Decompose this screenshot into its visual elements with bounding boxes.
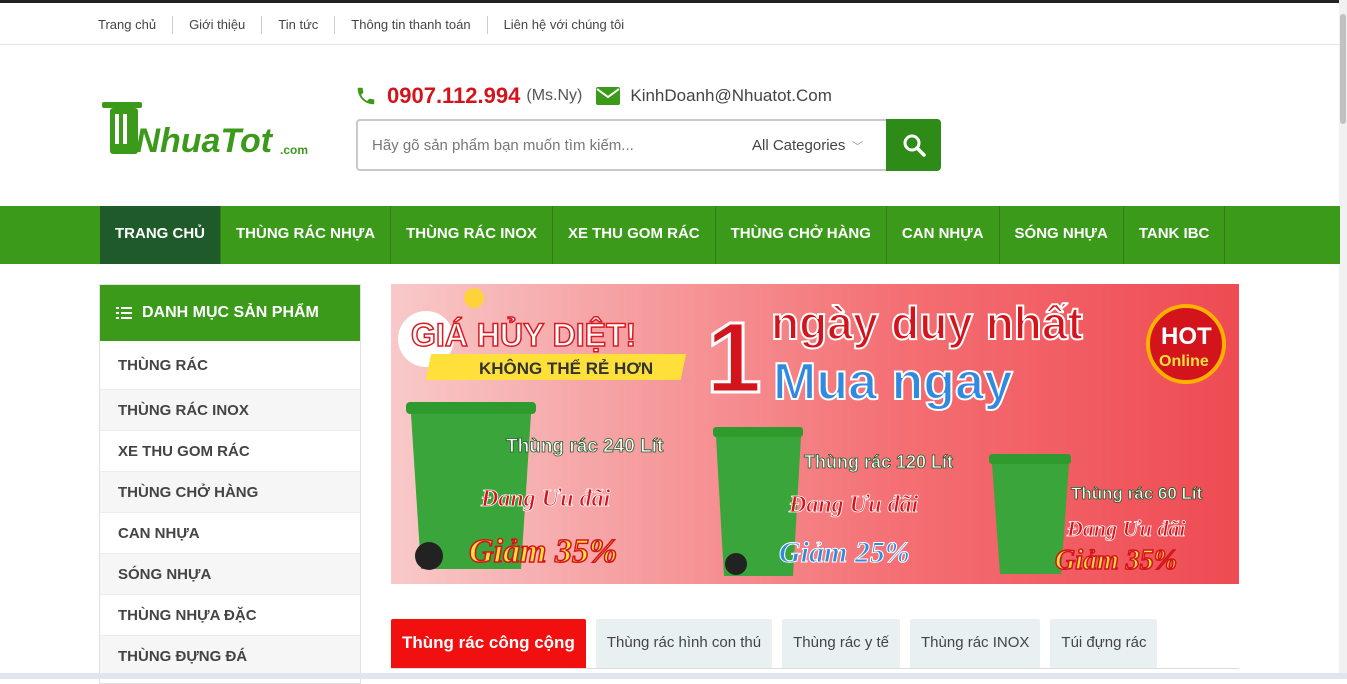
tab-divider [391,668,1239,669]
tab-trash-bags[interactable]: Túi đựng rác [1050,619,1158,669]
banner-number: 1 [706,302,762,414]
search-input[interactable]: Hãy gõ sản phẩm bạn muốn tìm kiếm... All… [356,119,887,171]
topnav-payment[interactable]: Thông tin thanh toán [335,16,488,34]
search-button[interactable] [886,119,941,171]
product-name-60: Thùng rác 60 Lít [1071,484,1203,503]
list-icon [116,307,132,319]
banner-line-2: Mua ngay [773,353,1013,411]
scrollbar-thumb[interactable] [1340,14,1346,124]
product-name-120: Thùng rác 120 Lít [804,452,953,472]
contact-info: 0907.112.994 (Ms.Ny) KinhDoanh@Nhuatot.C… [355,82,832,110]
promo-banner-graphic: GIÁ HỦY DIỆT! KHÔNG THỂ RẺ HƠN 1 ngày du… [398,288,1226,577]
trash-bin-logo-icon: .NhuaTot .com [102,102,308,160]
sidebar-item-trash-bins[interactable]: THÙNG RÁC [100,341,360,390]
product-name-240: Thùng rác 240 Lít [506,436,664,457]
banner-headline: GIÁ HỦY DIỆT! [411,317,636,353]
page-scrollbar[interactable] [1339,0,1347,679]
nav-home[interactable]: TRANG CHỦ [100,206,221,264]
sidebar-item-garbage-carts[interactable]: XE THU GOM RÁC [100,431,360,472]
sidebar-header: DANH MỤC SẢN PHẨM [100,285,360,341]
tab-medical-bins[interactable]: Thùng rác y tế [782,619,901,669]
product-discount-60: Giảm 35% [1055,545,1177,576]
nav-cargo-bins[interactable]: THÙNG CHỞ HÀNG [716,206,887,264]
topnav-news[interactable]: Tin tức [262,16,336,34]
sidebar-item-solid-bins[interactable]: THÙNG NHỰA ĐẶC [100,595,360,636]
banner-subheadline: KHÔNG THỂ RẺ HƠN [479,359,653,378]
product-promo-120: Đang Ưu đãi [788,492,919,518]
top-bar: Trang chủ Giới thiệu Tin tức Thông tin t… [0,0,1340,45]
spark-icon [464,288,484,308]
product-promo-240: Đang Ưu đãi [480,486,611,512]
phone-icon [357,87,375,105]
logo-suffix: .com [280,143,308,157]
site-logo[interactable]: .NhuaTot .com [100,100,335,160]
tab-public-bins[interactable]: Thùng rác công cộng [391,619,586,669]
phone-number[interactable]: 0907.112.994 [387,83,520,109]
product-promo-60: Đang Ưu đãi [1066,516,1186,541]
category-select[interactable]: All Categories [752,137,845,154]
hot-label: HOT [1161,323,1212,350]
logo-text: .NhuaTot [126,122,274,160]
nav-plastic-cans[interactable]: CAN NHỰA [887,206,1000,264]
product-tabs: Thùng rác công cộng Thùng rác hình con t… [391,619,1167,669]
search-form: Hãy gõ sản phẩm bạn muốn tìm kiếm... All… [356,119,941,171]
nav-plastic-bins[interactable]: THÙNG RÁC NHỰA [221,206,392,264]
topnav-contact[interactable]: Liên hệ với chúng tôi [488,16,641,34]
sidebar-title: DANH MỤC SẢN PHẨM [142,304,319,321]
search-placeholder: Hãy gõ sản phẩm bạn muốn tìm kiếm... [372,137,634,154]
email-address[interactable]: KinhDoanh@Nhuatot.Com [630,86,832,106]
online-label: Online [1159,353,1209,370]
phone-contact-name: (Ms.Ny) [526,87,583,104]
tab-inox-bins[interactable]: Thùng rác INOX [910,619,1041,669]
category-sidebar: DANH MỤC SẢN PHẨM THÙNG RÁC THÙNG RÁC IN… [99,284,361,684]
chevron-down-icon: ﹀ [852,141,863,153]
main-nav: TRANG CHỦ THÙNG RÁC NHỰA THÙNG RÁC INOX … [0,206,1340,264]
email-icon [596,87,621,105]
product-discount-120: Giảm 25% [779,536,910,569]
top-nav: Trang chủ Giới thiệu Tin tức Thông tin t… [82,16,640,34]
sidebar-item-plastic-crates[interactable]: SÓNG NHỰA [100,554,360,595]
nav-plastic-crates[interactable]: SÓNG NHỰA [1000,206,1124,264]
nav-garbage-carts[interactable]: XE THU GOM RÁC [553,206,716,264]
nav-inox-bins[interactable]: THÙNG RÁC INOX [391,206,553,264]
sidebar-item-cargo-bins[interactable]: THÙNG CHỞ HÀNG [100,472,360,513]
banner-line-1: ngày duy nhất [771,297,1083,349]
product-discount-240: Giảm 35% [469,533,617,570]
topnav-about[interactable]: Giới thiệu [173,16,263,34]
sidebar-item-inox-bins[interactable]: THÙNG RÁC INOX [100,390,360,431]
promo-banner[interactable]: GIÁ HỦY DIỆT! KHÔNG THỂ RẺ HƠN 1 ngày du… [391,284,1239,584]
sidebar-item-plastic-cans[interactable]: CAN NHỰA [100,513,360,554]
tab-animal-bins[interactable]: Thùng rác hình con thú [595,619,773,669]
search-icon [903,134,926,157]
os-taskbar [0,673,1347,679]
topnav-home[interactable]: Trang chủ [82,16,174,34]
nav-ibc-tank[interactable]: TANK IBC [1124,206,1226,264]
sidebar-item-ice-bins[interactable]: THÙNG ĐỰNG ĐÁ [100,636,360,677]
